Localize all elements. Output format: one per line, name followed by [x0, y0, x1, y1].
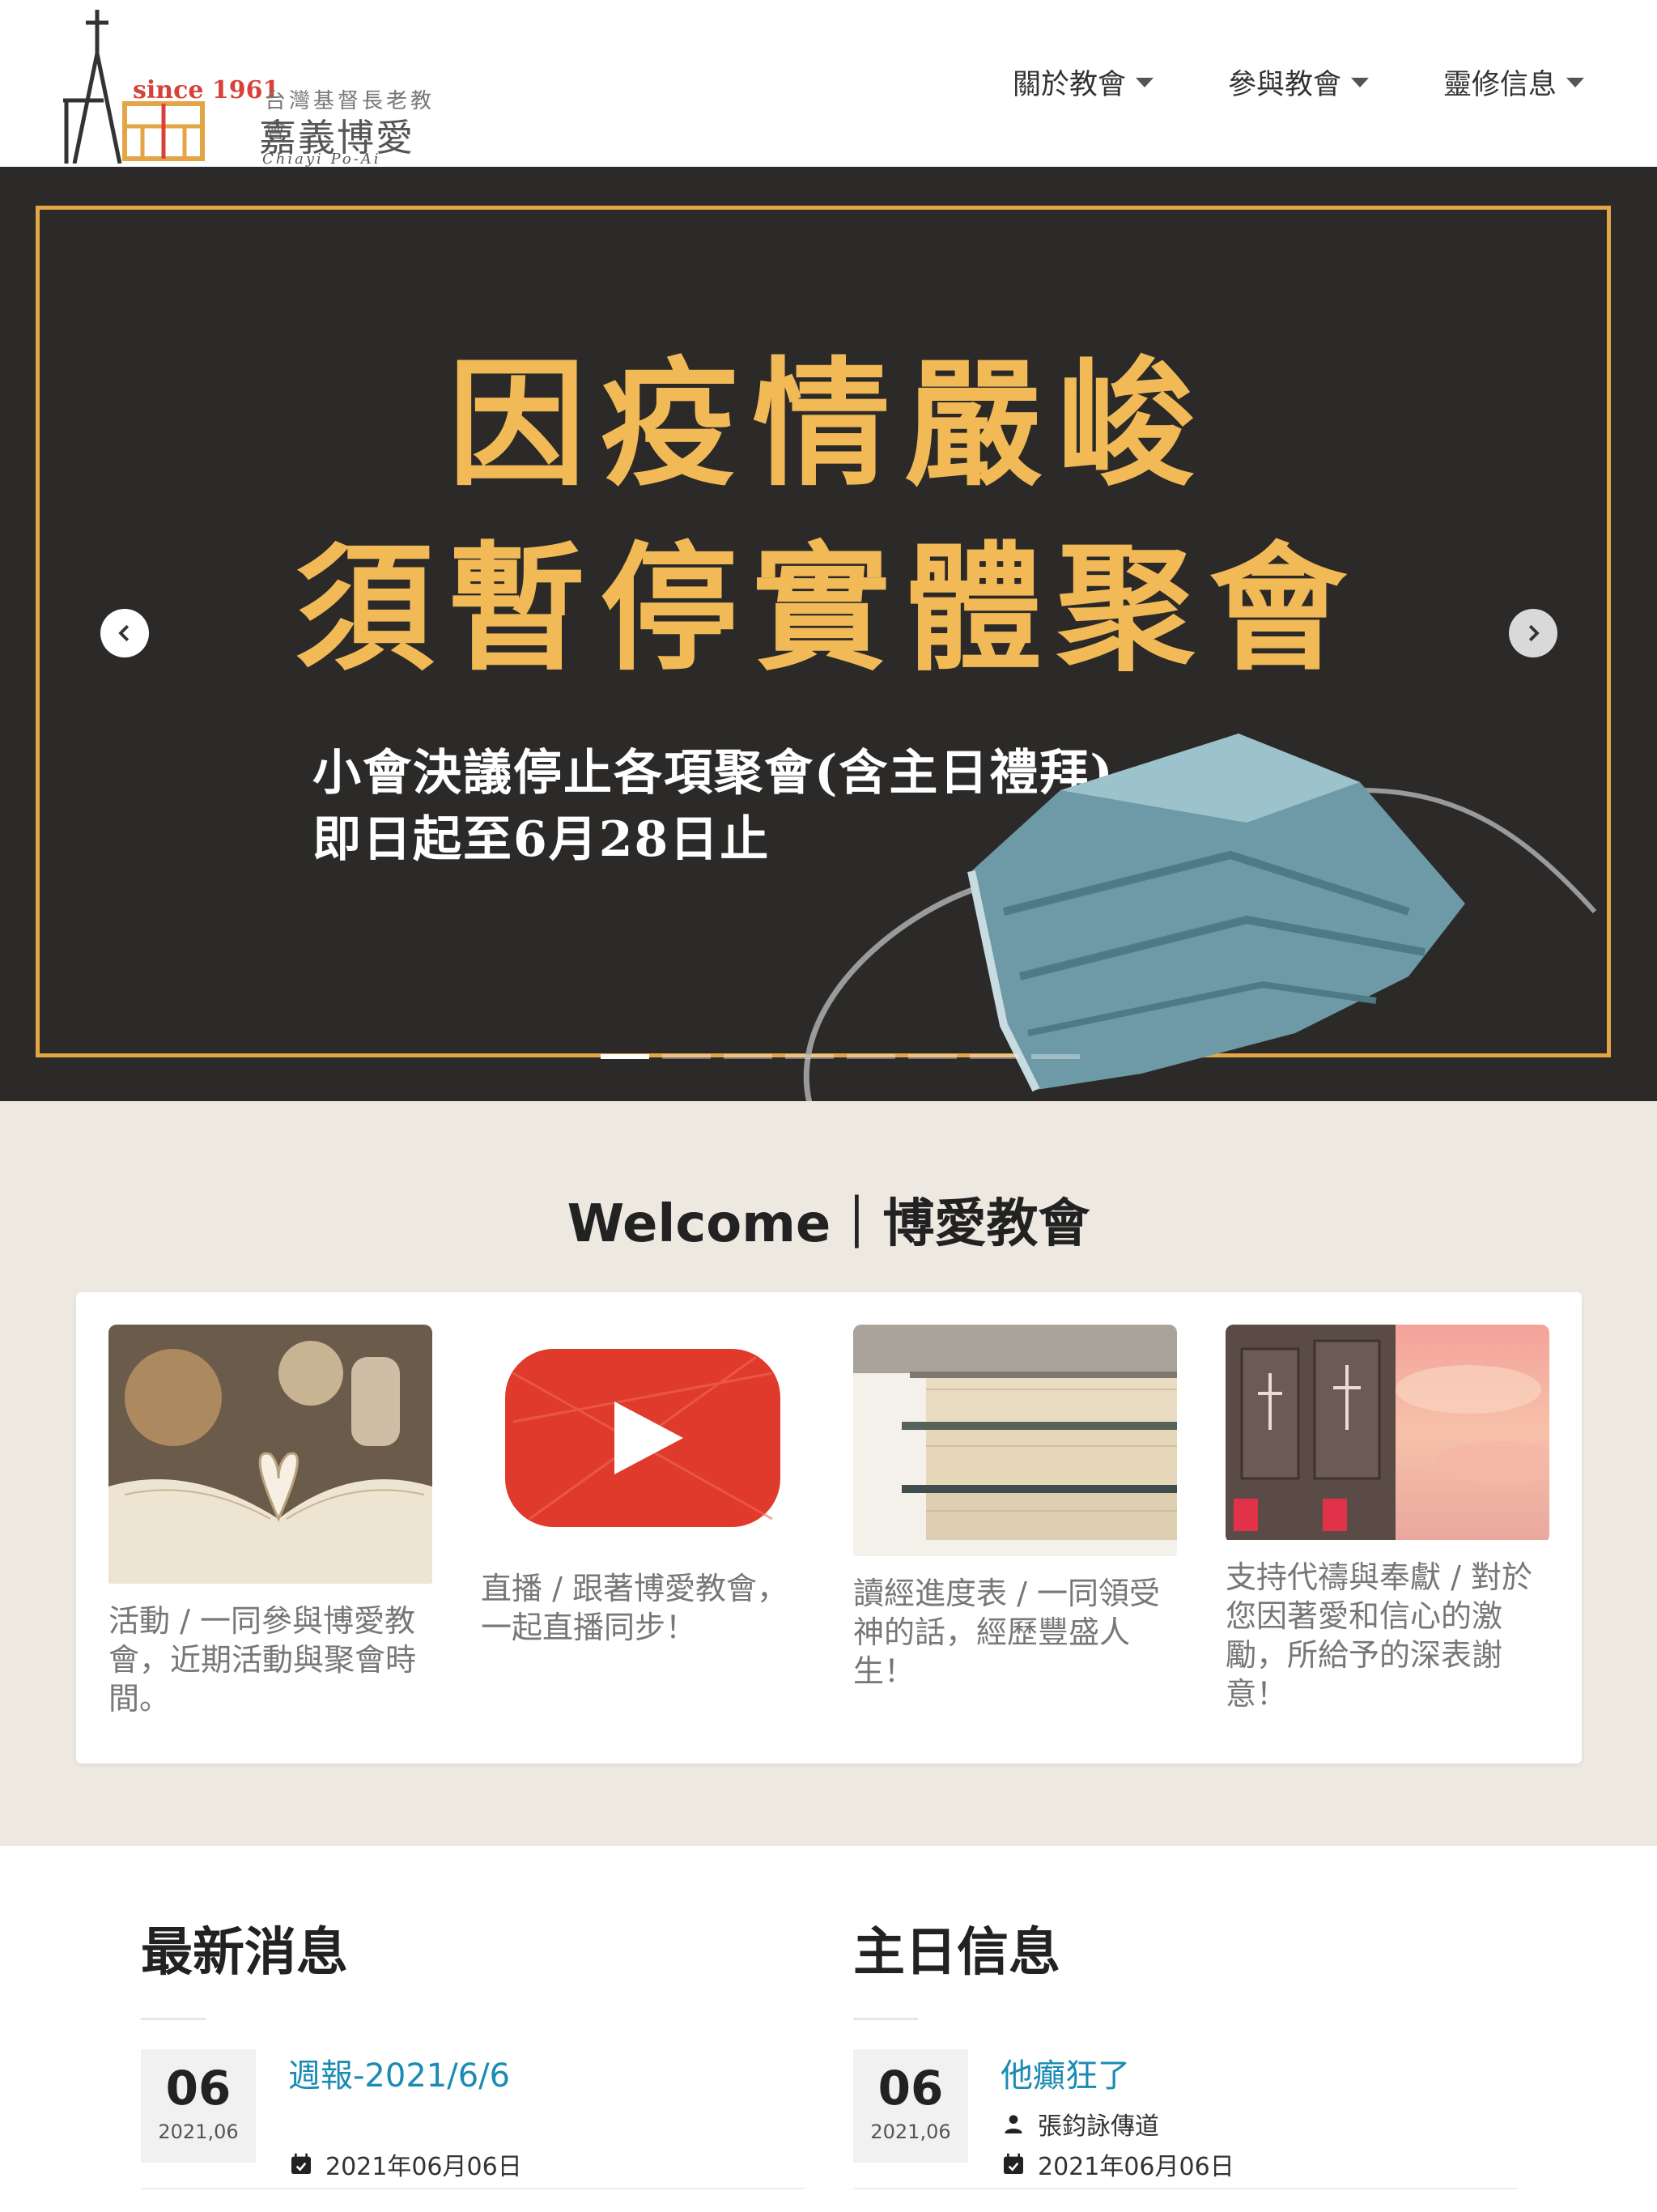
- slider-dot[interactable]: [908, 1054, 957, 1059]
- post-date-badge: 06 2021,06: [141, 2049, 256, 2163]
- face-mask-illustration: [803, 734, 1597, 1101]
- nav-about-label: 關於教會: [1012, 69, 1126, 101]
- sermon-heading: 主日信息: [853, 1923, 1060, 1983]
- post-day: 06: [165, 2061, 232, 2116]
- feature-livestream[interactable]: 直播 / 跟著博愛教會，一起直播同步！: [481, 1325, 805, 1647]
- hero-title-line1: 因疫情嚴峻: [448, 343, 1209, 505]
- feature-support-image: [1226, 1325, 1549, 1543]
- feature-reading-plan-text: 讀經進度表 / 一同領受神的話，經歷豐盛人生！: [853, 1576, 1160, 1689]
- post-date: 2021年06月06日: [1001, 2146, 1234, 2182]
- nav-participate[interactable]: 參與教會: [1228, 62, 1369, 103]
- slider-dot[interactable]: [785, 1054, 834, 1059]
- hero-subtitle-line2: 即日起至6月28日止: [312, 811, 771, 868]
- slider-dot[interactable]: [724, 1054, 772, 1059]
- hero-slider: 因疫情嚴峻 須暫停實體聚會 小會決議停止各項聚會(含主日禮拜) 即日起至6月28…: [0, 167, 1657, 1101]
- nav-about[interactable]: 關於教會: [1013, 62, 1154, 103]
- slider-dot[interactable]: [970, 1054, 1018, 1059]
- feature-livestream-text: 直播 / 跟著博愛教會，一起直播同步！: [481, 1571, 788, 1645]
- slider-dot[interactable]: [662, 1054, 711, 1059]
- post-date-text: 2021年06月06日: [1038, 2153, 1234, 2181]
- post-date: 2021年06月06日: [288, 2146, 522, 2182]
- feature-activities-image: [108, 1325, 432, 1587]
- post-day: 06: [877, 2061, 944, 2116]
- feature-card: 活動 / 一同參與博愛教會，近期活動與聚會時間。 直播 / 跟著博愛教會，一起直…: [76, 1292, 1582, 1763]
- latest-news-heading: 最新消息: [141, 1923, 348, 1983]
- post-title-link[interactable]: 週報-2021/6/6: [288, 2049, 510, 2096]
- feature-support[interactable]: 支持代禱與奉獻 / 對於您因著愛和信心的激勵，所給予的深表謝意！: [1226, 1325, 1549, 1713]
- post-year-month: 2021,06: [870, 2121, 951, 2143]
- chevron-right-icon: [1528, 624, 1540, 642]
- nav-devotion[interactable]: 靈修信息: [1443, 62, 1584, 103]
- chevron-left-icon: [118, 624, 130, 642]
- slider-next-button[interactable]: [1509, 609, 1557, 657]
- post-date-text: 2021年06月06日: [325, 2153, 522, 2181]
- sermon-title-link[interactable]: 他癲狂了: [1001, 2049, 1130, 2096]
- slider-dot[interactable]: [601, 1054, 649, 1059]
- feature-reading-plan[interactable]: 讀經進度表 / 一同領受神的話，經歷豐盛人生！: [853, 1325, 1177, 1691]
- slider-dot[interactable]: [1031, 1054, 1080, 1059]
- slider-indicators: [601, 1054, 1080, 1059]
- sermon-post: 06 2021,06 他癲狂了 張鈞詠傳道 2021年06月06日: [853, 2049, 1517, 2181]
- welcome-section: Welcome｜博愛教會 活動 / 一同參與博愛教會，近期活動與聚會時間。 直播…: [0, 1101, 1657, 1846]
- logo-since: since 1961: [133, 76, 280, 104]
- youtube-play-icon: [481, 1325, 805, 1555]
- slider-prev-button[interactable]: [100, 609, 149, 657]
- latest-news-column: 最新消息 06 2021,06 週報-2021/6/6 2021年06月06日: [141, 1911, 805, 2181]
- welcome-title: Welcome｜博愛教會: [567, 1194, 1090, 1254]
- slider-dot[interactable]: [847, 1054, 895, 1059]
- post-author-text: 張鈞詠傳道: [1038, 2112, 1159, 2141]
- heading-underline: [141, 2018, 206, 2020]
- nav-participate-label: 參與教會: [1227, 69, 1341, 101]
- feature-support-text: 支持代禱與奉獻 / 對於您因著愛和信心的激勵，所給予的深表謝意！: [1226, 1559, 1532, 1712]
- main-nav: 關於教會 參與教會 靈修信息: [938, 62, 1584, 103]
- news-section: 最新消息 06 2021,06 週報-2021/6/6 2021年06月06日 …: [0, 1846, 1657, 2212]
- hero-title-line2: 須暫停實體聚會: [295, 528, 1362, 690]
- caret-down-icon: [1350, 77, 1369, 87]
- heading-underline: [853, 2018, 918, 2020]
- post-year-month: 2021,06: [158, 2121, 239, 2143]
- feature-activities[interactable]: 活動 / 一同參與博愛教會，近期活動與聚會時間。: [108, 1325, 432, 1718]
- calendar-icon: [1004, 2153, 1023, 2174]
- person-icon: [1005, 2115, 1022, 2133]
- site-header: since 1961 台灣基督長老教會 嘉義博愛教會 Chiayi Po-Ai …: [0, 0, 1657, 213]
- church-logo[interactable]: since 1961 台灣基督長老教會 嘉義博愛教會 Chiayi Po-Ai …: [58, 5, 447, 213]
- nav-devotion-label: 靈修信息: [1442, 69, 1557, 101]
- news-post: 06 2021,06 週報-2021/6/6 2021年06月06日: [141, 2049, 805, 2181]
- caret-down-icon: [1135, 77, 1154, 87]
- sermon-column: 主日信息 06 2021,06 他癲狂了 張鈞詠傳道 2021年06月06日: [853, 1911, 1517, 2181]
- post-author: 張鈞詠傳道: [1001, 2106, 1159, 2142]
- feature-activities-text: 活動 / 一同參與博愛教會，近期活動與聚會時間。: [108, 1603, 417, 1716]
- feature-reading-plan-image: [853, 1325, 1177, 1559]
- caret-down-icon: [1566, 77, 1584, 87]
- calendar-icon: [291, 2153, 311, 2174]
- divider: [141, 2188, 805, 2189]
- post-date-badge: 06 2021,06: [853, 2049, 968, 2163]
- divider: [853, 2188, 1517, 2189]
